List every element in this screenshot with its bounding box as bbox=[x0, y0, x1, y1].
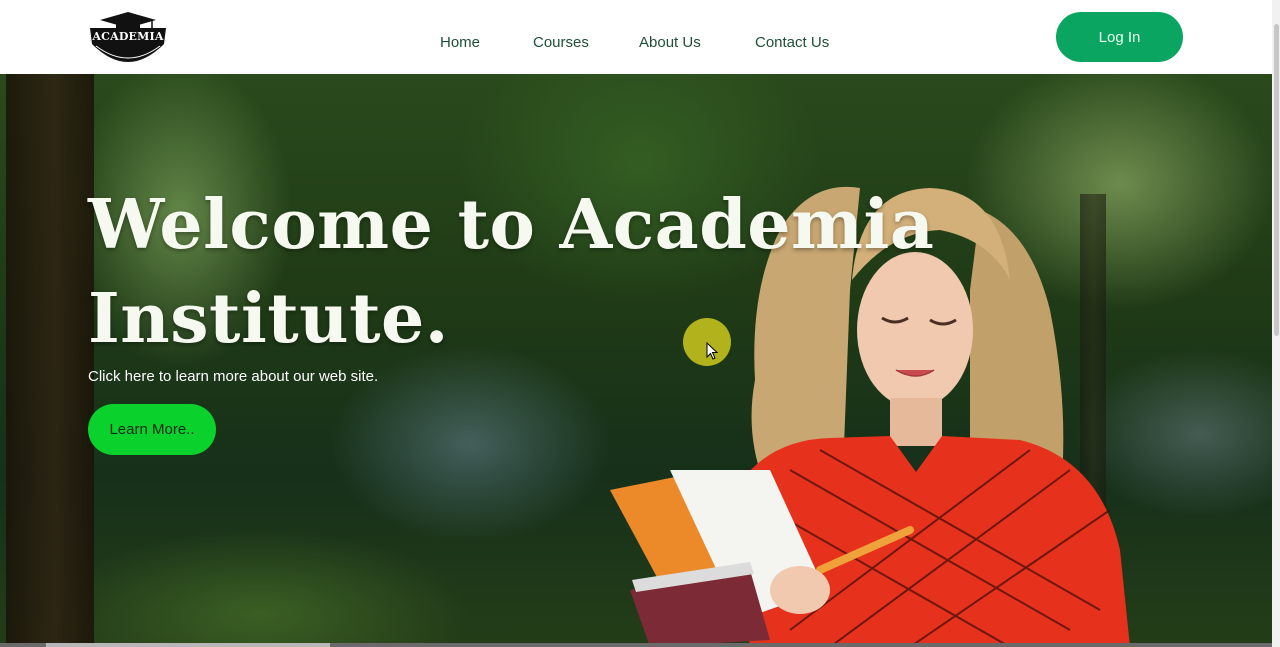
landing-page: ACADEMIA Home Courses About Us Contact U… bbox=[0, 0, 1280, 647]
vertical-scroll-thumb[interactable] bbox=[1274, 24, 1279, 336]
learn-more-button[interactable]: Learn More.. bbox=[88, 404, 216, 455]
site-header: ACADEMIA Home Courses About Us Contact U… bbox=[0, 0, 1272, 74]
hero-subtitle: Click here to learn more about our web s… bbox=[88, 368, 379, 385]
hero-title: Welcome to Academia Institute. bbox=[88, 185, 935, 359]
horizontal-scroll-thumb[interactable] bbox=[46, 643, 330, 647]
mouse-pointer-icon bbox=[706, 342, 718, 360]
hero-section: Welcome to Academia Institute. Click her… bbox=[0, 74, 1272, 647]
nav-link-home[interactable]: Home bbox=[440, 34, 480, 51]
nav-link-courses[interactable]: Courses bbox=[533, 34, 589, 51]
nav-link-contact-us[interactable]: Contact Us bbox=[755, 34, 829, 51]
nav-link-about-us[interactable]: About Us bbox=[639, 34, 701, 51]
logo-text: ACADEMIA bbox=[92, 30, 164, 43]
login-button[interactable]: Log In bbox=[1056, 12, 1183, 62]
academia-logo[interactable]: ACADEMIA bbox=[86, 10, 170, 64]
background-tree-trunk bbox=[6, 74, 94, 647]
